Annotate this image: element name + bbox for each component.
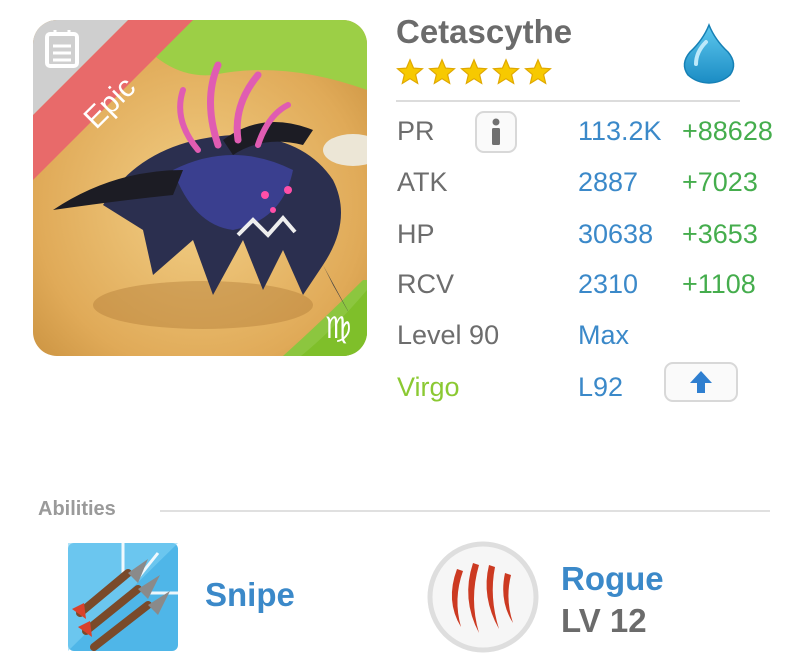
claw-marks-icon[interactable] [427,541,539,653]
star-icon [396,58,424,85]
monster-artwork: Epic ♍ [33,20,367,356]
sign-level-value: L92 [578,372,624,402]
level-value: Max [578,320,630,350]
stat-bonus-pr: +88628 [682,116,773,146]
info-icon [492,118,500,145]
stat-value-rcv: 2310 [578,269,639,299]
abilities-header: Abilities [38,498,116,520]
ability-level-rogue: LV 12 [561,602,647,639]
ability-name-snipe[interactable]: Snipe [205,576,295,614]
level-label: Level 90 [397,320,500,350]
info-button[interactable] [475,111,517,153]
stat-bonus-hp: +3653 [682,219,758,249]
star-icon [524,58,552,85]
stat-label-pr: PR [397,116,435,146]
stat-bonus-atk: +7023 [682,167,758,197]
stat-label-rcv: RCV [397,269,455,299]
monster-portrait[interactable]: Epic ♍ [33,20,367,356]
stat-value-atk: 2887 [578,167,639,197]
ability-name-rogue[interactable]: Rogue [561,560,664,598]
stat-value-pr: 113.2K [578,116,662,146]
arrow-up-icon [690,371,712,393]
upgrade-button[interactable] [664,362,738,402]
star-rating [396,58,552,86]
star-icon [460,58,488,85]
zodiac-sign-icon: ♍ [325,311,352,346]
monster-name: Cetascythe [396,13,573,50]
stat-bonus-rcv: +1108 [682,269,756,299]
header-divider [396,100,740,102]
arrows-icon[interactable] [68,543,178,651]
star-icon [428,58,456,85]
stat-label-hp: HP [397,219,435,249]
star-icon [492,58,520,85]
stat-label-atk: ATK [397,167,448,197]
water-drop-icon [683,22,735,84]
stat-value-hp: 30638 [578,219,654,249]
zodiac-sign-label: Virgo [397,372,460,402]
abilities-divider [160,510,770,512]
